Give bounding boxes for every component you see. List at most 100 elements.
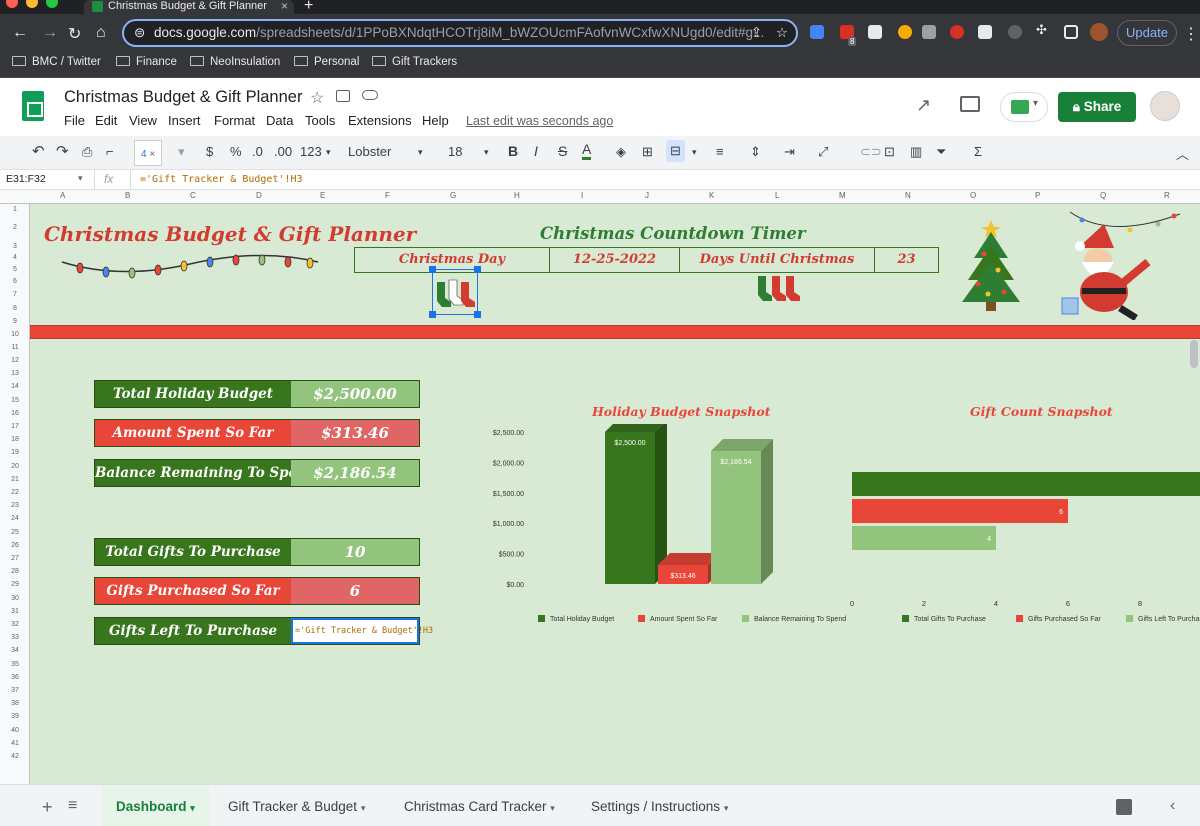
menu-extensions[interactable]: Extensions: [348, 113, 412, 128]
column-header[interactable]: F: [385, 191, 390, 200]
column-header[interactable]: R: [1164, 191, 1170, 200]
days-until-label[interactable]: Days Until Christmas: [679, 247, 875, 273]
column-header[interactable]: D: [256, 191, 262, 200]
gifts-left-row[interactable]: Gifts Left To Purchase ='Gift Tracker & …: [94, 617, 433, 645]
row-header[interactable]: 22: [0, 489, 30, 496]
row-header[interactable]: 20: [0, 463, 30, 470]
more-menu-icon[interactable]: ⋮: [1183, 24, 1199, 44]
filter-icon[interactable]: ⏷: [936, 144, 946, 160]
all-sheets-icon[interactable]: ≡: [68, 797, 77, 815]
resize-handle[interactable]: [429, 266, 436, 273]
column-header[interactable]: N: [905, 191, 911, 200]
maximize-window-button[interactable]: [46, 0, 58, 8]
row-header[interactable]: 1: [0, 206, 30, 213]
resize-handle[interactable]: [474, 266, 481, 273]
row-header[interactable]: 18: [0, 436, 30, 443]
site-info-icon[interactable]: ⊜: [134, 21, 145, 45]
row-header[interactable]: 28: [0, 568, 30, 575]
comments-icon[interactable]: [960, 96, 980, 112]
column-header[interactable]: K: [709, 191, 714, 200]
chevron-down-icon[interactable]: ▾: [418, 147, 423, 158]
borders-icon[interactable]: ⊞: [642, 144, 653, 160]
close-icon[interactable]: ×: [149, 149, 155, 160]
chevron-down-icon[interactable]: ▾: [326, 147, 331, 158]
menu-view[interactable]: View: [129, 113, 157, 128]
forward-arrow-icon[interactable]: →: [42, 24, 58, 42]
row-header[interactable]: 25: [0, 529, 30, 536]
reload-icon[interactable]: ↻: [68, 24, 81, 44]
column-header[interactable]: C: [190, 191, 196, 200]
gifts-left-formula-cell[interactable]: ='Gift Tracker & Budget'!H3: [291, 618, 433, 644]
row-header[interactable]: 12: [0, 357, 30, 364]
row-header[interactable]: 30: [0, 595, 30, 602]
collapse-toolbar-icon[interactable]: ︿: [1176, 144, 1189, 163]
drive-extension-icon[interactable]: [810, 25, 824, 39]
chevron-down-icon[interactable]: ▾: [692, 147, 697, 158]
close-tab-icon[interactable]: ×: [281, 0, 288, 12]
decrease-decimal-button[interactable]: .0: [252, 144, 263, 159]
todoist-extension-icon[interactable]: [950, 25, 964, 39]
column-header[interactable]: E: [320, 191, 325, 200]
row-header[interactable]: 7: [0, 291, 30, 298]
close-window-button[interactable]: [6, 0, 18, 8]
home-icon[interactable]: ⌂: [96, 24, 106, 42]
moon-extension-icon[interactable]: [1008, 25, 1022, 39]
collapse-side-panel-icon[interactable]: ‹: [1170, 797, 1175, 815]
extensions-puzzle-icon[interactable]: ✣: [1036, 22, 1050, 37]
row-header[interactable]: 23: [0, 502, 30, 509]
address-bar[interactable]: ⊜ docs.google.com/spreadsheets/d/1PPoBXN…: [122, 19, 798, 47]
gift-bar[interactable]: [852, 526, 996, 550]
menu-insert[interactable]: Insert: [168, 113, 201, 128]
meet-button[interactable]: ▾: [1000, 92, 1048, 122]
fill-color-icon[interactable]: ◈: [616, 144, 626, 160]
bookmark-gift-trackers[interactable]: Gift Trackers: [372, 56, 457, 68]
budget-bar[interactable]: [605, 420, 667, 584]
row-header[interactable]: 31: [0, 608, 30, 615]
row-header[interactable]: 13: [0, 370, 30, 377]
number-format-button[interactable]: 123: [300, 144, 322, 159]
row-header[interactable]: 14: [0, 383, 30, 390]
row-header[interactable]: 42: [0, 753, 30, 760]
notion-extension-icon[interactable]: [868, 25, 882, 39]
column-header[interactable]: J: [645, 191, 649, 200]
row-header[interactable]: 9: [0, 318, 30, 325]
print-icon[interactable]: ⎙: [82, 144, 92, 160]
row-header[interactable]: 41: [0, 740, 30, 747]
row-header[interactable]: 29: [0, 581, 30, 588]
insert-chart-icon[interactable]: ▥: [910, 144, 922, 160]
sheets-logo-icon[interactable]: [22, 91, 44, 121]
tab-settings-instructions[interactable]: Settings / Instructions ▾: [577, 785, 742, 826]
row-header[interactable]: 36: [0, 674, 30, 681]
row-header[interactable]: 26: [0, 542, 30, 549]
row-header[interactable]: 33: [0, 634, 30, 641]
row-header[interactable]: 38: [0, 700, 30, 707]
gift-bar[interactable]: [852, 472, 1200, 496]
tab-dashboard[interactable]: Dashboard ▾: [102, 785, 209, 826]
activity-trend-icon[interactable]: ↗: [916, 95, 931, 116]
chevron-down-icon[interactable]: ▾: [484, 147, 489, 158]
total-budget-row[interactable]: Total Holiday Budget $2,500.00: [94, 380, 420, 408]
column-header[interactable]: H: [514, 191, 520, 200]
row-header[interactable]: 34: [0, 647, 30, 654]
undo-icon[interactable]: ↶: [32, 142, 45, 160]
strikethrough-icon[interactable]: S: [558, 143, 567, 159]
text-color-icon[interactable]: A: [582, 141, 592, 160]
name-box[interactable]: E31:F32: [6, 173, 46, 185]
column-header[interactable]: O: [970, 191, 976, 200]
gift-bar[interactable]: [852, 499, 1068, 523]
horizontal-align-icon[interactable]: ≡: [716, 144, 724, 159]
row-header[interactable]: 6: [0, 278, 30, 285]
tab-gift-tracker-budget[interactable]: Gift Tracker & Budget ▾: [214, 785, 379, 826]
row-header[interactable]: 10: [0, 331, 30, 338]
row-header[interactable]: 4: [0, 254, 30, 261]
text-rotation-icon[interactable]: ⤢: [818, 144, 828, 160]
row-header[interactable]: 40: [0, 727, 30, 734]
currency-button[interactable]: $: [206, 144, 213, 159]
column-header[interactable]: L: [775, 191, 779, 200]
profile-avatar-icon[interactable]: [1090, 23, 1108, 41]
bookmark-bmc-twitter[interactable]: BMC / Twitter: [12, 56, 101, 68]
document-title[interactable]: Christmas Budget & Gift Planner: [64, 88, 302, 107]
row-header[interactable]: 8: [0, 305, 30, 312]
new-tab-icon[interactable]: +: [304, 0, 313, 15]
share-button[interactable]: 🔒︎ Share: [1058, 92, 1136, 122]
